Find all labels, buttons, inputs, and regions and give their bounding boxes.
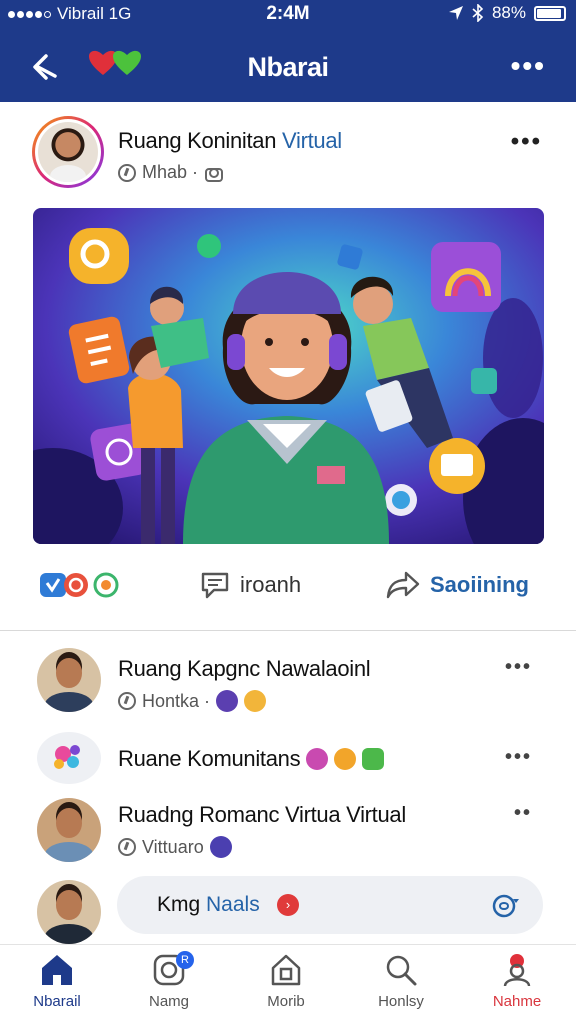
nav-title: Nbarai [247, 52, 329, 82]
bottom-tab-bar: Nbarail R Namg Morib Honlsy Nahme [0, 944, 576, 1024]
compose-input[interactable]: Kmg Naals › [117, 876, 543, 934]
emoji-icon [362, 748, 385, 770]
post-meta-text: Mhab · [142, 162, 199, 182]
share-label: Saoiining [430, 572, 529, 597]
community-logo-icon [54, 745, 80, 769]
post-actions: iroanh Saoiining [0, 570, 576, 616]
reactions-button[interactable] [40, 570, 124, 600]
tab-home[interactable]: Nbarail [2, 953, 112, 1010]
list-item-more-button[interactable]: ••• [505, 746, 532, 769]
compose-badge: › [277, 894, 299, 916]
chat-bubble-icon [69, 228, 129, 284]
clock-icon [118, 838, 136, 856]
compose-label: Kmg Naals [157, 893, 260, 916]
more-horizontal-icon[interactable]: ••• [511, 50, 546, 82]
current-user-avatar[interactable] [37, 880, 101, 944]
list-item-meta: Hontka · [118, 690, 267, 712]
post-image[interactable] [33, 208, 544, 544]
share-arrow-icon [386, 571, 420, 599]
list-item-title: Ruang Kapgnc Nawalaoinl [118, 656, 371, 681]
list-item-meta: Vittuaro [118, 836, 232, 858]
comment-label: iroanh [240, 572, 302, 597]
avatar [37, 732, 101, 784]
share-button[interactable]: Saoiining [386, 570, 529, 600]
list-item-more-button[interactable]: •• [514, 802, 532, 825]
status-bar: Vibrail 1G 2:4M 88% [0, 0, 576, 30]
post-author-accent: Virtual [282, 128, 342, 153]
search-icon [386, 955, 417, 986]
tab-namg[interactable]: R Namg [114, 951, 224, 1010]
comment-icon [201, 572, 229, 599]
group-badge-icon [209, 836, 232, 858]
battery-icon [534, 5, 566, 21]
bluetooth-icon [472, 4, 484, 22]
search-chat-icon[interactable] [491, 891, 521, 921]
list-item[interactable]: Ruang Kapgnc Nawalaoinl Hontka · ••• [0, 648, 576, 718]
nav-row: Nbarai ••• [0, 40, 576, 96]
top-bar: Vibrail 1G 2:4M 88% Nbarai ••• [0, 0, 576, 102]
tab-nahme[interactable]: Nahme [462, 953, 572, 1010]
home-icon [42, 955, 72, 985]
battery-percent: 88% [491, 3, 526, 22]
emoji-icon [306, 748, 329, 770]
post-author[interactable]: Ruang Koninitan Virtual [118, 128, 342, 154]
post-more-button[interactable]: ••• [511, 128, 542, 156]
list-item-title: Ruadng Romanc Virtua Virtual [118, 802, 406, 827]
clock-icon [118, 163, 136, 182]
emoji-icon [334, 748, 357, 770]
community-illustration [33, 208, 544, 544]
audience-icon [205, 167, 224, 182]
music-app-icon [431, 242, 501, 312]
clock-icon [118, 692, 136, 710]
list-item[interactable]: Ruane Komunitans ••• [0, 732, 576, 786]
divider [0, 630, 576, 631]
location-arrow-icon [448, 6, 463, 20]
tab-honlsy[interactable]: Honlsy [346, 953, 456, 1010]
avatar-photo [38, 122, 98, 182]
avatar [37, 798, 101, 862]
message-bubble-icon [429, 438, 485, 494]
author-avatar[interactable] [32, 116, 104, 188]
profile-notification-icon [503, 954, 531, 987]
emoji-icon [244, 690, 267, 712]
notification-badge: R [176, 951, 194, 969]
group-badge-icon [216, 690, 239, 712]
post-header: Ruang Koninitan Virtual Mhab · ••• [0, 116, 576, 196]
reaction-icons [40, 572, 119, 598]
status-right: 88% [448, 3, 566, 23]
tab-morib[interactable]: Morib [231, 953, 341, 1010]
house-outline-icon [271, 954, 301, 986]
avatar [37, 648, 101, 712]
list-item-title: Ruane Komunitans [118, 746, 385, 772]
comment-button[interactable]: iroanh [200, 570, 301, 600]
list-item-more-button[interactable]: ••• [505, 656, 532, 679]
post-meta: Mhab · [118, 162, 224, 183]
list-item[interactable]: Ruadng Romanc Virtua Virtual Vittuaro •• [0, 798, 576, 868]
small-chat-icon [197, 234, 221, 258]
